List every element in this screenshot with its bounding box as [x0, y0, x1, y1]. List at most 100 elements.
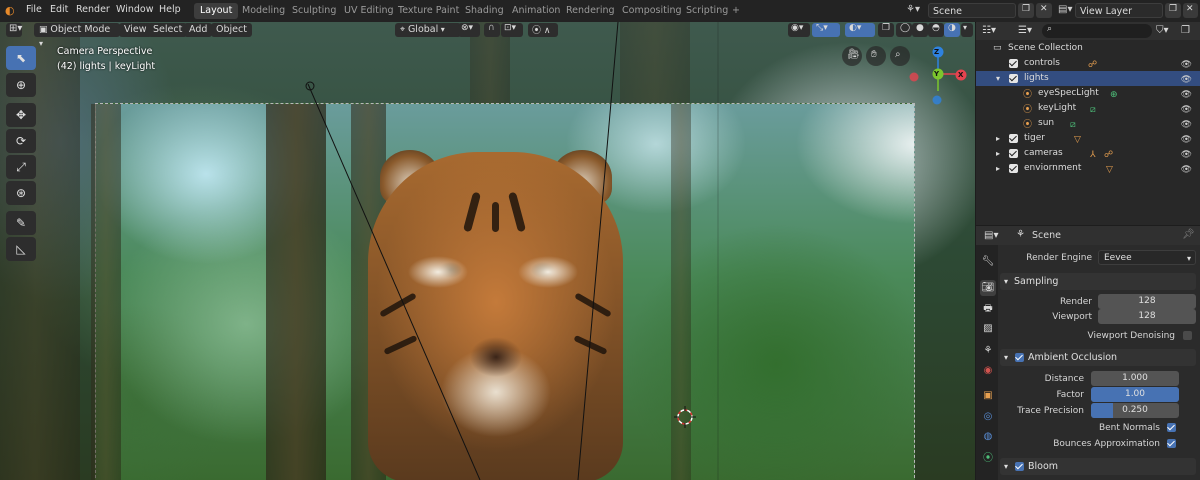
filter-icon[interactable]: ⛉▾ — [1156, 25, 1169, 36]
3d-viewport[interactable]: Camera Perspective (42) lights | keyLigh… — [0, 22, 975, 480]
render-tab-icon[interactable]: 📷︎ — [980, 280, 996, 296]
menu-add[interactable]: Add — [184, 23, 213, 37]
scene-tab-icon[interactable]: ⚘ — [980, 343, 996, 359]
output-tab-icon[interactable]: 🖶︎ — [980, 301, 996, 317]
view-layer-tab-icon[interactable]: ▨ — [980, 321, 996, 337]
cursor-tool[interactable]: ⊕ — [6, 73, 36, 97]
outliner-row[interactable]: ▸ tiger ▽ 👁︎ — [976, 131, 1200, 146]
pan-view-button[interactable]: ✋︎ — [866, 46, 886, 66]
camera-view-button[interactable]: 🎥︎ — [842, 46, 862, 66]
view-layer-icon[interactable]: ▤▾ — [1058, 4, 1072, 15]
shading-rendered-button[interactable]: ◑ — [944, 23, 960, 37]
scene-name-field[interactable]: Scene — [928, 3, 1016, 18]
shading-options-button[interactable]: ▾ — [961, 23, 973, 37]
render-samples-field[interactable]: 128 — [1098, 294, 1196, 309]
render-engine-select[interactable]: Eevee ▾ — [1098, 250, 1196, 265]
expand-arrow-icon[interactable]: ▸ — [996, 161, 1000, 176]
zoom-view-button[interactable]: ⌕ — [890, 46, 910, 66]
expand-arrow-icon[interactable]: ▸ — [996, 146, 1000, 161]
bent-normals-checkbox[interactable] — [1167, 423, 1176, 432]
ambient-occlusion-enable-checkbox[interactable] — [1015, 353, 1024, 362]
snap-target-button[interactable]: ⊡▾ — [501, 23, 523, 37]
object-data-tab-icon[interactable]: ⦿ — [980, 451, 996, 467]
bloom-enable-checkbox[interactable] — [1015, 462, 1024, 471]
delete-view-layer-button[interactable]: ✕ — [1183, 3, 1198, 18]
menu-window[interactable]: Window — [116, 4, 153, 15]
gizmo-toggle[interactable]: ⤡▾ — [812, 23, 840, 37]
shading-material-button[interactable]: ◓ — [928, 23, 944, 37]
ao-trace-precision-slider[interactable]: 0.250 — [1091, 403, 1179, 418]
select-box-tool[interactable]: ⬉ — [6, 46, 36, 70]
outliner-row[interactable]: ▾ lights 👁︎ — [976, 71, 1200, 86]
tab-sculpting[interactable]: Sculpting — [286, 3, 342, 19]
outliner-row[interactable]: ▸ cameras ⅄ ☍ 👁︎ — [976, 146, 1200, 161]
bounces-approximation-checkbox[interactable] — [1167, 439, 1176, 448]
rotate-tool[interactable]: ⟳ — [6, 129, 36, 153]
tab-modeling[interactable]: Modeling — [236, 3, 291, 19]
new-scene-button[interactable]: ❐ — [1018, 3, 1034, 18]
menu-object[interactable]: Object — [211, 23, 252, 37]
ambient-occlusion-panel-header[interactable]: ▾ Ambient Occlusion — [1000, 349, 1196, 366]
eye-icon[interactable]: 👁︎ — [1181, 163, 1192, 178]
transform-orientation-selector[interactable]: ⌖ Global ▾ — [395, 23, 461, 37]
outliner-row[interactable]: controls ☍ 👁︎ — [976, 56, 1200, 71]
shading-solid-button[interactable]: ● — [912, 23, 928, 37]
collapse-arrow-icon[interactable]: ▾ — [996, 71, 1000, 86]
proportional-edit-toggle[interactable]: ⦿ ∧ — [528, 23, 558, 37]
3d-cursor-icon[interactable] — [674, 406, 696, 428]
outliner-row[interactable]: ⦿ sun ⧄ 👁︎ — [976, 116, 1200, 131]
outliner-search-input[interactable]: ⌕ — [1042, 24, 1152, 38]
delete-scene-button[interactable]: ✕ — [1036, 3, 1052, 18]
exclude-checkbox[interactable] — [1009, 59, 1018, 68]
visibility-selector[interactable]: ◉▾ — [788, 23, 810, 37]
mode-selector[interactable]: ▣ Object Mode ▾ — [34, 23, 120, 48]
tab-shading[interactable]: Shading — [459, 3, 510, 19]
viewport-denoising-checkbox[interactable] — [1183, 331, 1192, 340]
outliner-editor-type-icon[interactable]: ☷▾ — [982, 25, 996, 36]
move-tool[interactable]: ✥ — [6, 103, 36, 127]
constraints-tab-icon[interactable]: ◍ — [980, 429, 996, 445]
tab-rendering[interactable]: Rendering — [560, 3, 621, 19]
snap-toggle[interactable]: ∩ — [484, 23, 500, 37]
properties-editor-type-icon[interactable]: ▤▾ — [984, 230, 998, 241]
menu-help[interactable]: Help — [159, 4, 181, 15]
view-layer-field[interactable]: View Layer — [1075, 3, 1163, 18]
outliner-row[interactable]: ⦿ keyLight ⧄ 👁︎ — [976, 101, 1200, 116]
overlay-toggle[interactable]: ◐▾ — [845, 23, 875, 37]
exclude-checkbox[interactable] — [1009, 149, 1018, 158]
scene-selector-icon[interactable]: ⚘▾ — [906, 4, 920, 15]
tool-tab-icon[interactable]: 🔧︎ — [980, 254, 996, 270]
editor-type-button[interactable]: ⊞▾ — [6, 23, 22, 37]
tab-texture-paint[interactable]: Texture Paint — [392, 3, 465, 19]
pin-icon[interactable]: 📌︎ — [1182, 229, 1195, 240]
new-view-layer-button[interactable]: ❐ — [1165, 3, 1181, 18]
outliner-row[interactable]: ▸ enviornment ▽ 👁︎ — [976, 161, 1200, 176]
outliner-root-row[interactable]: ▭ Scene Collection — [976, 41, 1200, 56]
menu-edit[interactable]: Edit — [50, 4, 68, 15]
pivot-point-button[interactable]: ⊗▾ — [458, 23, 480, 37]
menu-view[interactable]: View — [119, 23, 152, 37]
tab-layout[interactable]: Layout — [194, 3, 239, 19]
tab-uv-editing[interactable]: UV Editing — [338, 3, 400, 19]
new-collection-icon[interactable]: ❐ — [1181, 25, 1190, 36]
tab-compositing[interactable]: Compositing — [616, 3, 688, 19]
transform-tool[interactable]: ⊛ — [6, 181, 36, 205]
menu-file[interactable]: File — [26, 4, 42, 15]
add-workspace-button[interactable]: + — [726, 3, 746, 19]
menu-render[interactable]: Render — [76, 4, 110, 15]
scale-tool[interactable]: ⤢ — [6, 155, 36, 179]
exclude-checkbox[interactable] — [1009, 164, 1018, 173]
expand-arrow-icon[interactable]: ▸ — [996, 131, 1000, 146]
annotate-tool[interactable]: ✎ — [6, 211, 36, 235]
display-mode-icon[interactable]: ☰▾ — [1018, 25, 1032, 36]
xray-toggle[interactable]: ❐ — [878, 23, 894, 37]
sampling-panel-header[interactable]: ▾ Sampling — [1000, 273, 1196, 290]
exclude-checkbox[interactable] — [1009, 134, 1018, 143]
bloom-panel-header[interactable]: ▾ Bloom — [1000, 458, 1196, 475]
blender-logo-icon[interactable]: ◐ — [5, 4, 15, 17]
tab-animation[interactable]: Animation — [506, 3, 566, 19]
exclude-checkbox[interactable] — [1009, 74, 1018, 83]
shading-wireframe-button[interactable]: ◯ — [896, 23, 912, 37]
ao-factor-slider[interactable]: 1.00 — [1091, 387, 1179, 402]
outliner-row[interactable]: ⦿ eyeSpecLight ⊕ 👁︎ — [976, 86, 1200, 101]
